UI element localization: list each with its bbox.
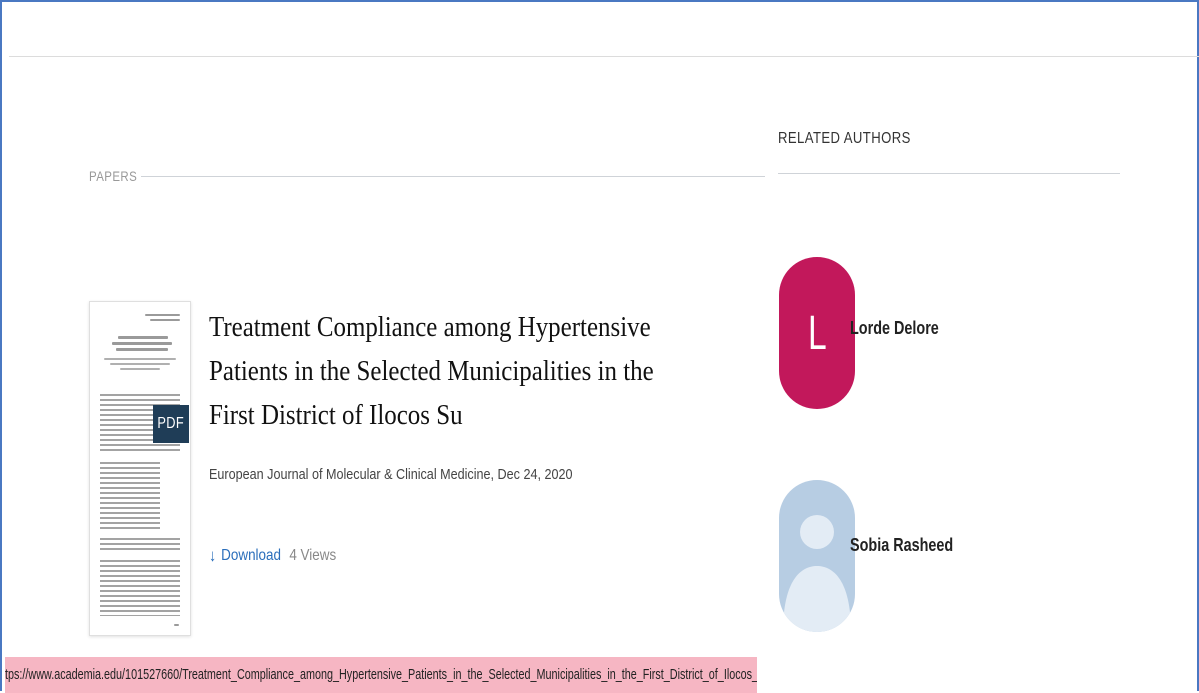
paper-publication-info: European Journal of Molecular & Clinical… — [209, 466, 573, 483]
pdf-badge: PDF — [153, 405, 189, 443]
status-url: tps://www.academia.edu/101527660/Treatme… — [5, 666, 757, 683]
avatar[interactable]: L — [779, 257, 855, 409]
papers-section-label: PAPERS — [89, 168, 138, 184]
default-user-icon — [783, 515, 851, 632]
avatar[interactable] — [779, 480, 855, 632]
related-author-item[interactable]: Sobia Rasheed — [779, 480, 1139, 632]
arrow-down-icon: ↓ — [209, 546, 217, 565]
header-divider — [9, 56, 1199, 57]
views-count: 4 Views — [289, 547, 337, 564]
download-button[interactable]: ↓ Download — [209, 546, 281, 566]
pdf-badge-label: PDF — [157, 415, 185, 432]
paper-thumbnail[interactable] — [89, 301, 191, 636]
link-url-status-bar: tps://www.academia.edu/101527660/Treatme… — [5, 657, 757, 693]
paper-title-link[interactable]: Treatment Compliance among Hypertensive … — [209, 305, 691, 437]
paper-actions: ↓ Download 4 Views — [209, 546, 336, 566]
papers-section-divider — [141, 175, 765, 177]
related-author-item[interactable]: L Lorde Delore — [779, 257, 1139, 409]
author-name-link[interactable]: Sobia Rasheed — [850, 535, 953, 556]
related-authors-heading: RELATED AUTHORS — [778, 130, 911, 147]
author-name-link[interactable]: Lorde Delore — [850, 318, 939, 339]
related-authors-divider — [778, 173, 1120, 174]
papers-section-header: PAPERS — [89, 168, 765, 184]
download-label: Download — [221, 547, 281, 564]
avatar-initial: L — [807, 306, 827, 360]
